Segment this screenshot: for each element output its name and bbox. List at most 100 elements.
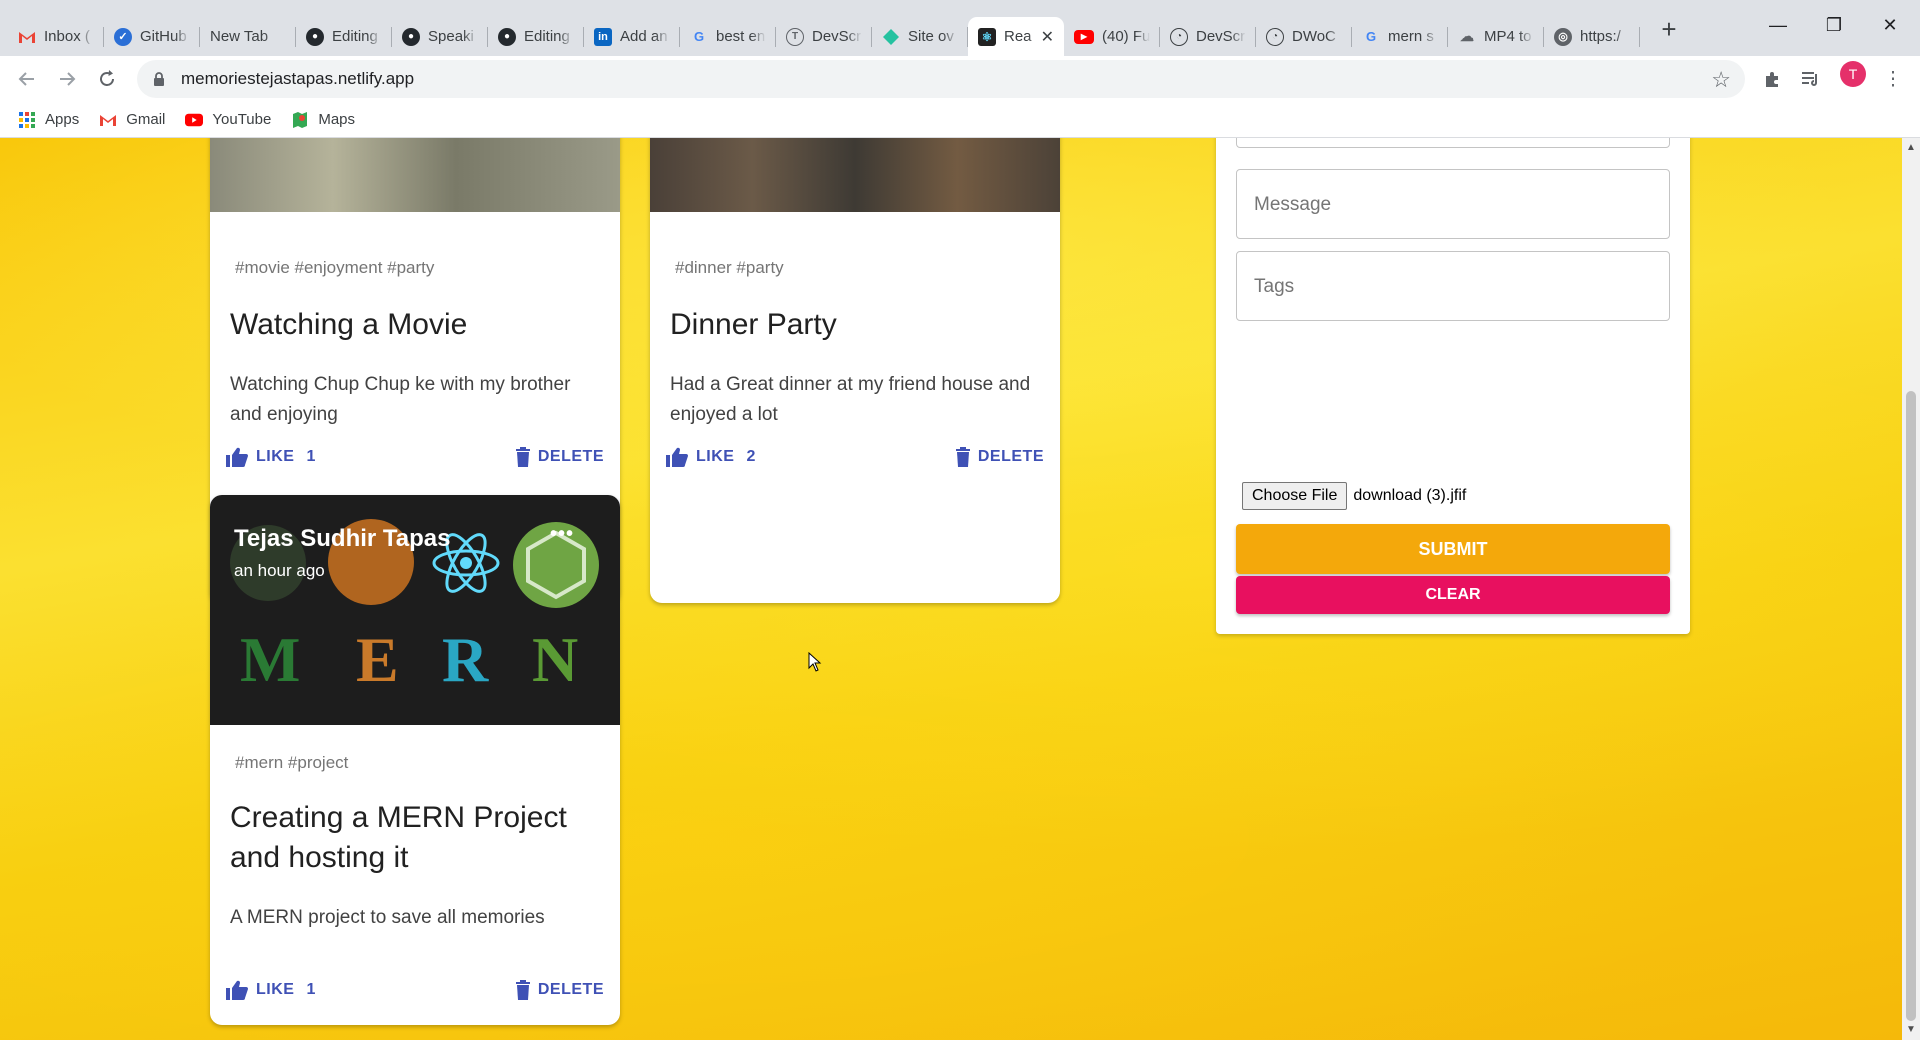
devscript-icon: T: [786, 27, 804, 46]
tab-devscript-1[interactable]: T DevScr: [776, 17, 872, 56]
post-title: Dinner Party: [670, 308, 837, 341]
back-arrow-icon: [18, 72, 34, 86]
page-scrollbar[interactable]: ▲ ▼: [1902, 138, 1920, 1040]
like-count: 2: [746, 448, 756, 465]
maximize-button[interactable]: ❐: [1806, 10, 1862, 40]
youtube-icon: ▶: [1074, 29, 1094, 44]
tab-title: DevScr: [812, 28, 862, 45]
bookmark-label: Maps: [318, 111, 356, 128]
tab-title: Inbox (: [44, 28, 90, 45]
cloud-icon: ☁: [1460, 28, 1474, 44]
tab-speaking[interactable]: ● Speaki: [392, 17, 488, 56]
tags-field[interactable]: Tags: [1236, 251, 1670, 321]
bookmark-maps[interactable]: Maps: [291, 111, 355, 129]
tab-dwoc[interactable]: ◔ DWoC: [1256, 17, 1352, 56]
tab-mern-search[interactable]: G mern s: [1352, 17, 1448, 56]
reload-button[interactable]: [92, 64, 122, 94]
delete-button[interactable]: DELETE: [515, 447, 604, 467]
chrome-menu-icon[interactable]: ⋮: [1880, 66, 1906, 92]
tab-editing-1[interactable]: ● Editing: [296, 17, 392, 56]
profile-avatar[interactable]: T: [1840, 61, 1866, 87]
tab-title: Rea: [1004, 28, 1032, 45]
tab-title: Editing: [332, 28, 378, 45]
delete-button[interactable]: DELETE: [515, 980, 604, 1000]
new-tab-button[interactable]: +: [1654, 14, 1684, 44]
linkedin-icon: in: [594, 27, 612, 46]
message-field[interactable]: Message: [1236, 169, 1670, 239]
github-icon: ✓: [114, 27, 132, 46]
minimize-button[interactable]: —: [1750, 10, 1806, 40]
tab-github[interactable]: ✓ GitHub: [104, 17, 200, 56]
post-message: Had a Great dinner at my friend house an…: [670, 374, 1031, 425]
tab-title: MP4 to: [1484, 28, 1532, 45]
tab-editing-2[interactable]: ● Editing: [488, 17, 584, 56]
extensions-puzzle-icon[interactable]: [1760, 66, 1786, 92]
github-icon: ●: [402, 27, 420, 46]
tab-https[interactable]: ◎ https:/: [1544, 17, 1640, 56]
tab-mp4-converter[interactable]: ☁ MP4 to: [1448, 17, 1544, 56]
tags-placeholder: Tags: [1254, 276, 1295, 297]
tab-youtube[interactable]: ▶ (40) Fu: [1064, 17, 1160, 56]
like-count: 1: [306, 448, 316, 465]
forward-button[interactable]: [52, 64, 82, 94]
tab-inbox[interactable]: Inbox (: [8, 17, 104, 56]
like-button[interactable]: LIKE 1: [226, 980, 316, 1000]
window-close-button[interactable]: ✕: [1862, 10, 1918, 40]
letter-e: E: [356, 624, 399, 695]
media-queue-icon[interactable]: [1798, 66, 1824, 92]
back-button[interactable]: [12, 64, 42, 94]
bookmark-apps[interactable]: Apps: [18, 111, 79, 129]
clear-button[interactable]: CLEAR: [1236, 576, 1670, 614]
previous-field[interactable]: [1236, 138, 1670, 148]
browser-toolbar: memoriestejastapas.netlify.app ☆ ⋮: [0, 56, 1920, 102]
tab-title: GitHub: [140, 28, 187, 45]
github-icon: ●: [498, 27, 516, 46]
bookmark-youtube[interactable]: YouTube: [185, 111, 271, 129]
like-label: LIKE: [256, 448, 295, 465]
like-button[interactable]: LIKE 1: [226, 447, 316, 467]
tab-title: DevScr: [1196, 28, 1246, 45]
post-author: Tejas Sudhir Tapas: [234, 525, 451, 552]
choose-file-button[interactable]: Choose File: [1242, 482, 1348, 510]
tab-title: mern s: [1388, 28, 1434, 45]
google-icon: G: [693, 29, 705, 44]
tab-google-search[interactable]: G best en: [680, 17, 776, 56]
post-image: [650, 138, 1060, 212]
mouse-cursor-icon: [808, 652, 822, 672]
post-image: [210, 138, 620, 212]
tab-new-tab[interactable]: New Tab: [200, 17, 296, 56]
tab-devscript-2[interactable]: ◔ DevScr: [1160, 17, 1256, 56]
delete-button[interactable]: DELETE: [955, 447, 1044, 467]
address-bar[interactable]: memoriestejastapas.netlify.app ☆: [137, 60, 1745, 98]
react-icon: ⚛: [978, 27, 996, 46]
like-button[interactable]: LIKE 2: [666, 447, 756, 467]
tab-title: https:/: [1580, 28, 1621, 45]
thumb-up-icon: [226, 447, 248, 467]
scroll-up-arrow-icon[interactable]: ▲: [1906, 142, 1916, 153]
memory-form: Message Tags Choose File download (3).jf…: [1216, 138, 1690, 634]
tab-react-app[interactable]: ⚛ Rea ✕: [968, 17, 1064, 56]
scroll-down-arrow-icon[interactable]: ▼: [1906, 1024, 1916, 1035]
more-options-icon[interactable]: •••: [550, 523, 574, 546]
post-message: A MERN project to save all memories: [230, 907, 545, 928]
scrollbar-thumb[interactable]: [1906, 391, 1916, 1021]
bookmark-label: Apps: [45, 111, 80, 128]
apps-grid-icon: [18, 111, 36, 129]
lock-icon: [153, 71, 165, 87]
close-tab-icon[interactable]: ✕: [1041, 27, 1054, 47]
bookmark-gmail[interactable]: Gmail: [99, 111, 165, 129]
delete-label: DELETE: [977, 448, 1044, 465]
like-count: 1: [306, 981, 316, 998]
letter-n: N: [532, 624, 579, 695]
gmail-icon: [18, 28, 36, 46]
submit-button[interactable]: SUBMIT: [1236, 524, 1670, 574]
bookmark-star-icon[interactable]: ☆: [1711, 67, 1731, 93]
tab-netlify[interactable]: Site ov: [872, 17, 968, 56]
tab-title: (40) Fu: [1102, 28, 1150, 45]
selected-file-name: download (3).jfif: [1353, 487, 1467, 504]
github-icon: ●: [306, 27, 324, 46]
post-tags: #mern #project: [235, 753, 349, 772]
tab-strip: Inbox ( ✓ GitHub New Tab ● Editing ● Spe…: [0, 0, 1920, 56]
thumb-up-icon: [226, 980, 248, 1000]
tab-linkedin[interactable]: in Add an: [584, 17, 680, 56]
